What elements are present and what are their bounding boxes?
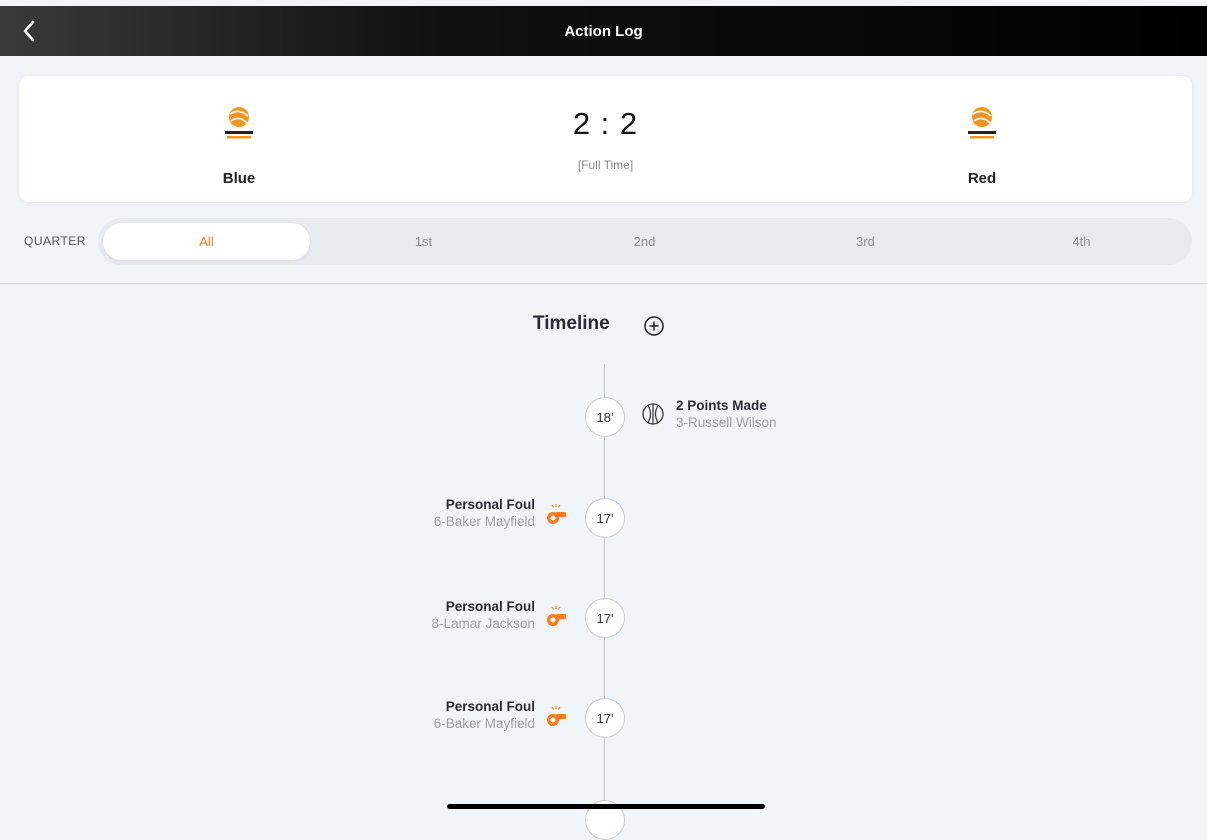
event-player: 6-Baker Mayfield	[433, 514, 535, 529]
event-time: 18'	[585, 397, 625, 437]
event-title: Personal Foul	[445, 599, 535, 614]
top-bar: Action Log	[0, 6, 1207, 56]
event-title: Personal Foul	[445, 699, 535, 714]
tab-all[interactable]: All	[103, 223, 310, 260]
divider	[0, 283, 1207, 284]
event-title: 2 Points Made	[676, 398, 767, 413]
tab-1st[interactable]: 1st	[320, 223, 527, 260]
tab-4th[interactable]: 4th	[978, 223, 1185, 260]
whistle-icon	[547, 504, 566, 524]
event-time: 17'	[585, 498, 625, 538]
event-player: 8-Lamar Jackson	[431, 616, 535, 631]
event-title: Personal Foul	[445, 497, 535, 512]
team-logo-icon	[968, 107, 996, 139]
tab-3rd[interactable]: 3rd	[762, 223, 969, 260]
page-title: Action Log	[564, 22, 643, 40]
event-player: 6-Baker Mayfield	[433, 716, 535, 731]
timeline-title: Timeline	[533, 313, 610, 334]
home-team-name: Blue	[222, 170, 256, 187]
whistle-icon	[547, 706, 566, 726]
quarter-label: QUARTER	[24, 234, 86, 248]
away-team-name: Red	[967, 170, 997, 187]
event-item[interactable]: Personal Foul 6-Baker Mayfield	[434, 699, 535, 731]
quarter-selector: All 1st 2nd 3rd 4th	[98, 218, 1192, 265]
back-button[interactable]	[14, 14, 44, 48]
away-team: Red	[882, 76, 1082, 202]
add-event-icon[interactable]	[643, 315, 665, 337]
tab-2nd[interactable]: 2nd	[541, 223, 748, 260]
score-card: Blue 2 : 2 [Full Time] Red	[19, 76, 1192, 202]
event-item[interactable]: Personal Foul 8-Lamar Jackson	[431, 599, 535, 631]
event-item[interactable]: Personal Foul 6-Baker Mayfield	[434, 497, 535, 529]
event-item[interactable]: 2 Points Made 3-Russell Wilson	[676, 398, 777, 430]
whistle-icon	[547, 606, 566, 626]
home-indicator[interactable]	[447, 804, 765, 809]
event-time: 17'	[585, 698, 625, 738]
event-player: 3-Russell Wilson	[676, 415, 777, 430]
basketball-icon	[642, 403, 664, 425]
event-time: 17'	[585, 598, 625, 638]
chevron-left-icon	[23, 20, 35, 42]
